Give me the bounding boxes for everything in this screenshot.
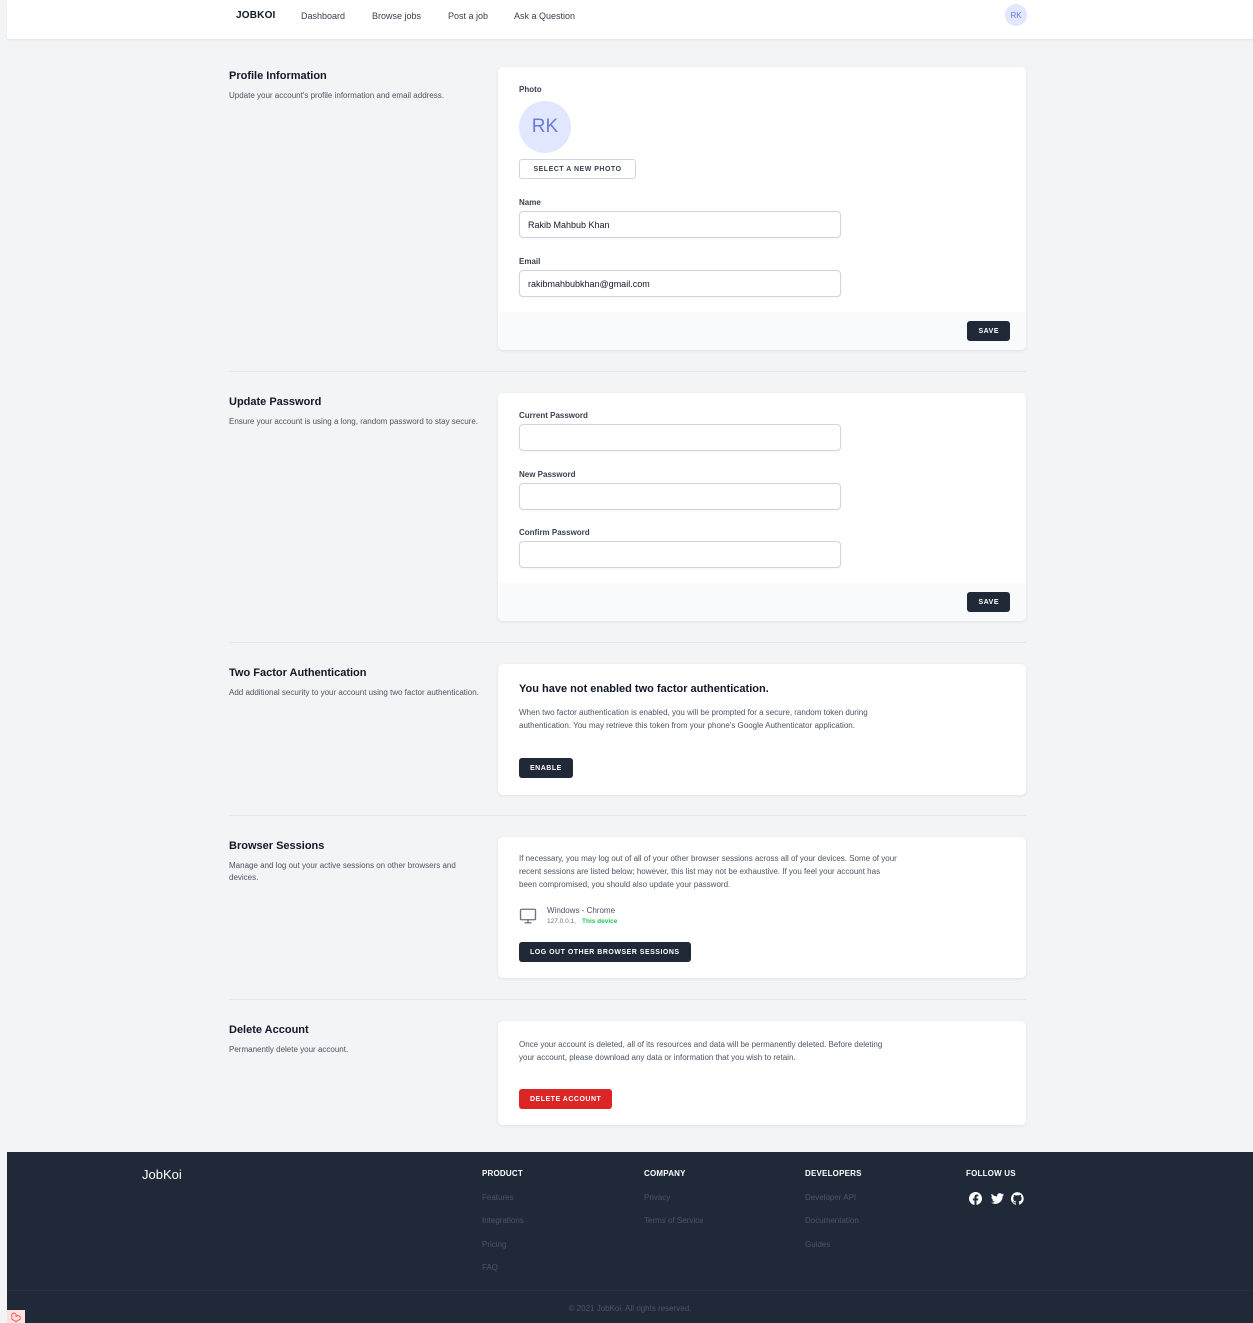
section-divider xyxy=(229,815,1026,816)
delete-info-text: Once your account is deleted, all of its… xyxy=(519,1040,883,1062)
sessions-section-title: Browser Sessions xyxy=(229,840,325,852)
footer-heading-company: COMPANY xyxy=(644,1169,686,1178)
nav-link-ask-question[interactable]: Ask a Question xyxy=(514,11,575,21)
user-avatar-menu[interactable]: RK xyxy=(1005,4,1027,26)
footer-link-features[interactable]: Features xyxy=(482,1193,514,1202)
session-item: Windows - Chrome 127.0.0.1, This device xyxy=(519,905,719,929)
section-divider xyxy=(229,371,1026,372)
footer-divider xyxy=(7,1290,1253,1291)
delete-section-title: Delete Account xyxy=(229,1024,309,1036)
save-password-button[interactable]: Save xyxy=(967,592,1010,612)
delete-section-description: Permanently delete your account. xyxy=(229,1045,349,1054)
site-footer: JobKoi PRODUCT Features Integrations Pri… xyxy=(7,1152,1253,1323)
profile-section-title: Profile Information xyxy=(229,70,327,82)
new-password-label: New Password xyxy=(519,470,576,479)
footer-link-faq[interactable]: FAQ xyxy=(482,1263,498,1272)
password-section-description: Ensure your account is using a long, ran… xyxy=(229,417,479,426)
footer-heading-developers: DEVELOPERS xyxy=(805,1169,862,1178)
password-section-title: Update Password xyxy=(229,396,322,408)
session-device-ip: 127.0.0.1, xyxy=(547,918,576,925)
current-password-input[interactable] xyxy=(519,424,841,451)
footer-link-guides[interactable]: Guides xyxy=(805,1240,830,1249)
nav-link-post-job[interactable]: Post a job xyxy=(448,11,488,21)
two-factor-info-text: When two factor authentication is enable… xyxy=(519,708,868,730)
confirm-password-input[interactable] xyxy=(519,541,841,568)
laravel-icon[interactable] xyxy=(7,1310,25,1323)
confirm-password-label: Confirm Password xyxy=(519,528,590,537)
session-device-name: Windows - Chrome xyxy=(547,906,616,915)
footer-link-terms[interactable]: Terms of Service xyxy=(644,1216,704,1225)
two-factor-section-description: Add additional security to your account … xyxy=(229,688,479,697)
sessions-info-text: If necessary, you may log out of all of … xyxy=(519,854,897,889)
enable-two-factor-button[interactable]: Enable xyxy=(519,758,573,778)
profile-card-footer: Save xyxy=(498,312,1026,350)
footer-link-documentation[interactable]: Documentation xyxy=(805,1216,859,1225)
section-divider xyxy=(229,999,1026,1000)
password-card: Current Password New Password Confirm Pa… xyxy=(498,393,1026,621)
two-factor-section-title: Two Factor Authentication xyxy=(229,667,367,679)
profile-section-description: Update your account's profile informatio… xyxy=(229,91,444,100)
top-navbar: JOBKOI Dashboard Browse jobs Post a job … xyxy=(7,0,1253,40)
footer-heading-follow: FOLLOW US xyxy=(966,1169,1016,1178)
footer-link-integrations[interactable]: Integrations xyxy=(482,1216,524,1225)
desktop-icon xyxy=(519,907,537,925)
new-password-input[interactable] xyxy=(519,483,841,510)
session-current-device: This device xyxy=(582,918,618,925)
footer-heading-product: PRODUCT xyxy=(482,1169,523,1178)
footer-link-developer-api[interactable]: Developer API xyxy=(805,1193,856,1202)
brand-logo[interactable]: JOBKOI xyxy=(236,10,276,21)
password-card-footer: Save xyxy=(498,583,1026,621)
delete-card: Once your account is deleted, all of its… xyxy=(498,1021,1026,1125)
footer-copyright: © 2021 JobKoi. All rights reserved. xyxy=(568,1304,692,1313)
email-label: Email xyxy=(519,257,541,266)
facebook-icon[interactable] xyxy=(969,1192,982,1205)
current-password-label: Current Password xyxy=(519,411,588,420)
name-input[interactable] xyxy=(519,211,841,238)
sessions-card: If necessary, you may log out of all of … xyxy=(498,837,1026,978)
delete-account-button[interactable]: Delete account xyxy=(519,1089,613,1109)
two-factor-status-heading: You have not enabled two factor authenti… xyxy=(519,683,769,695)
twitter-icon[interactable] xyxy=(991,1192,1004,1205)
github-icon[interactable] xyxy=(1010,1192,1024,1205)
name-label: Name xyxy=(519,198,541,207)
two-factor-card: You have not enabled two factor authenti… xyxy=(498,664,1026,795)
save-profile-button[interactable]: Save xyxy=(967,321,1010,341)
select-new-photo-button[interactable]: Select a new photo xyxy=(519,159,636,179)
section-divider xyxy=(229,642,1026,643)
profile-photo-avatar: RK xyxy=(519,101,571,153)
footer-brand[interactable]: JobKoi xyxy=(142,1167,182,1182)
photo-label: Photo xyxy=(519,85,542,94)
profile-card: Photo RK Select a new photo Name Email S… xyxy=(498,67,1026,350)
footer-link-privacy[interactable]: Privacy xyxy=(644,1193,670,1202)
nav-link-dashboard[interactable]: Dashboard xyxy=(301,11,345,21)
email-input[interactable] xyxy=(519,270,841,297)
nav-link-browse-jobs[interactable]: Browse jobs xyxy=(372,11,421,21)
footer-link-pricing[interactable]: Pricing xyxy=(482,1240,506,1249)
logout-other-sessions-button[interactable]: Log out other browser sessions xyxy=(519,942,691,962)
sessions-section-description: Manage and log out your active sessions … xyxy=(229,861,456,882)
